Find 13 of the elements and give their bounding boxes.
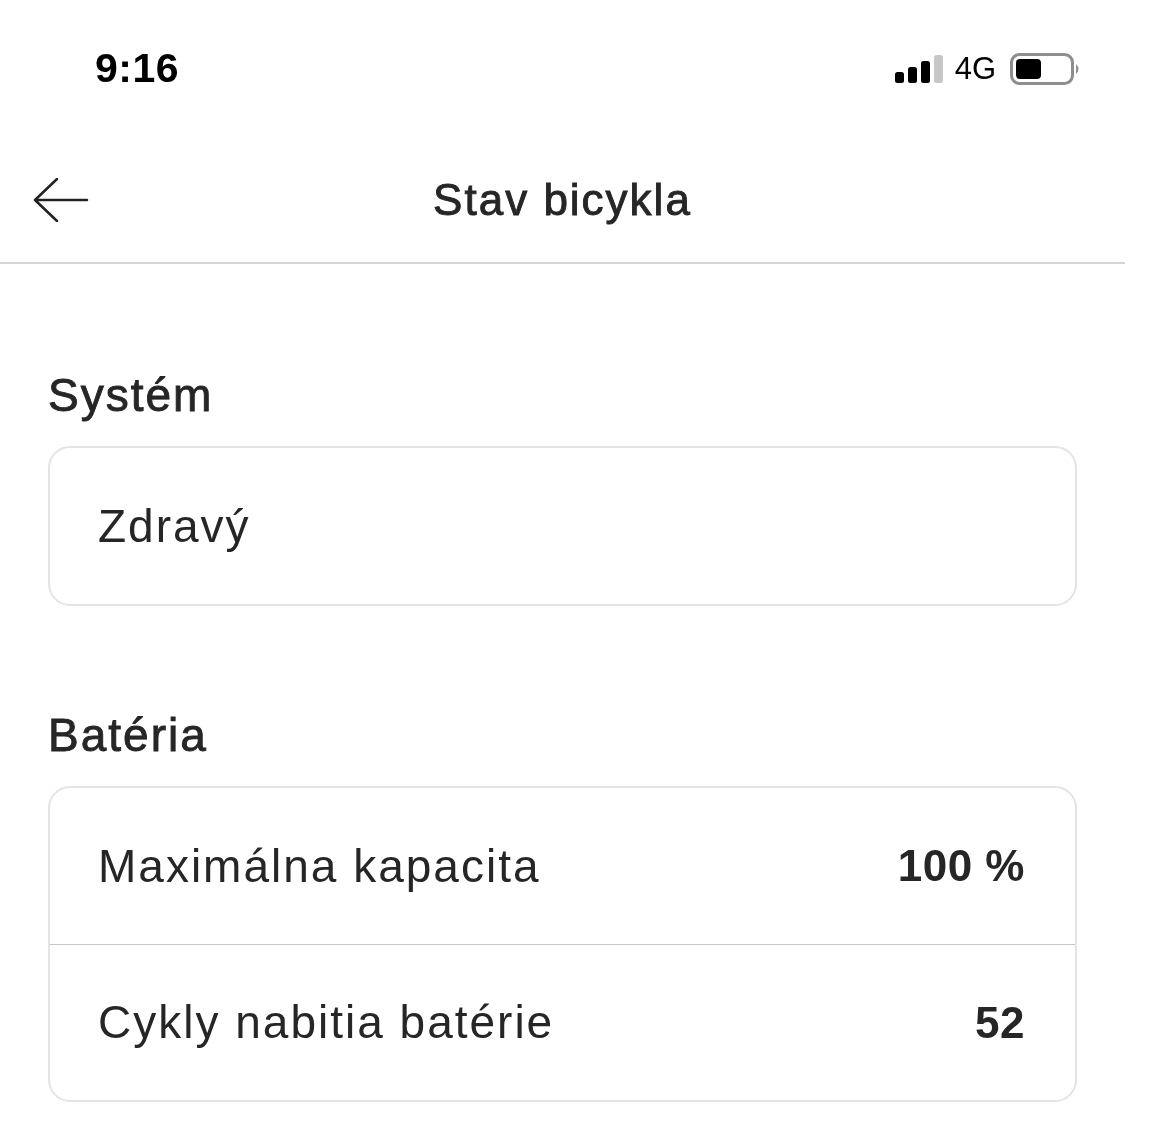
signal-icon <box>894 55 943 83</box>
section-heading: Systém <box>48 369 215 421</box>
status-text: Zdravý <box>98 498 251 554</box>
screen-title: Stav bicykla <box>433 174 692 226</box>
row-value: 100 % <box>897 840 1025 892</box>
row-label: Maximálna kapacita <box>98 838 541 894</box>
row-value: 52 <box>975 996 1025 1049</box>
row-label: Cykly nabitia batérie <box>98 995 555 1050</box>
battery-icon <box>1010 53 1080 85</box>
section-heading: Batéria <box>48 709 209 761</box>
clock-time: 9:16 <box>95 44 180 94</box>
network-label: 4G <box>954 49 996 88</box>
back-arrow-icon[interactable] <box>33 178 89 222</box>
